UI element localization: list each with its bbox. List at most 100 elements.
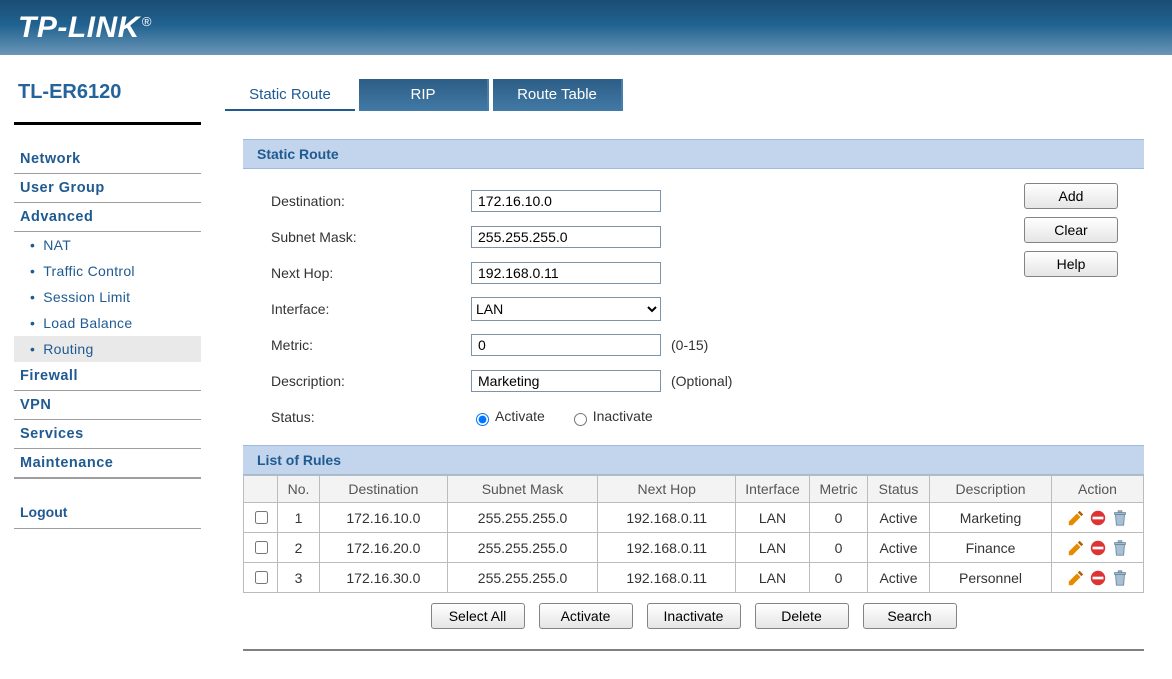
col-interface: Interface	[736, 476, 810, 503]
add-button[interactable]: Add	[1024, 183, 1118, 209]
cell-subnet: 255.255.255.0	[447, 503, 598, 533]
sidebar-item-network[interactable]: Network	[14, 145, 201, 174]
status-inactivate-radio[interactable]	[574, 413, 587, 426]
bottom-divider	[243, 649, 1144, 651]
disable-icon[interactable]	[1089, 509, 1107, 527]
disable-icon[interactable]	[1089, 539, 1107, 557]
main-content: Static Route RIP Route Table Static Rout…	[215, 55, 1172, 679]
disable-icon[interactable]	[1089, 569, 1107, 587]
delete-icon[interactable]	[1111, 509, 1129, 527]
table-row: 1172.16.10.0255.255.255.0192.168.0.11LAN…	[244, 503, 1144, 533]
model-divider	[14, 122, 201, 125]
status-activate-option[interactable]: Activate	[471, 408, 545, 424]
sidebar-item-maintenance[interactable]: Maintenance	[14, 449, 201, 478]
delete-icon[interactable]	[1111, 539, 1129, 557]
tab-bar: Static Route RIP Route Table	[225, 79, 1162, 111]
sidebar-item-session-limit[interactable]: Session Limit	[14, 284, 201, 310]
sidebar-item-traffic-control[interactable]: Traffic Control	[14, 258, 201, 284]
sidebar-item-vpn[interactable]: VPN	[14, 391, 201, 420]
description-input[interactable]	[471, 370, 661, 392]
sidebar: TL-ER6120 Network User Group Advanced NA…	[0, 55, 215, 679]
select-all-button[interactable]: Select All	[431, 603, 525, 629]
col-action: Action	[1052, 476, 1144, 503]
sidebar-item-firewall[interactable]: Firewall	[14, 362, 201, 391]
status-inactivate-option[interactable]: Inactivate	[569, 408, 653, 424]
tab-static-route[interactable]: Static Route	[225, 79, 355, 111]
col-nexthop: Next Hop	[598, 476, 736, 503]
delete-icon[interactable]	[1111, 569, 1129, 587]
edit-icon[interactable]	[1067, 509, 1085, 527]
cell-description: Finance	[930, 533, 1052, 563]
cell-destination: 172.16.10.0	[320, 503, 448, 533]
sidebar-item-services[interactable]: Services	[14, 420, 201, 449]
status-activate-radio[interactable]	[476, 413, 489, 426]
panel-static-route: Static Route Destination: Subnet Mask: N…	[225, 111, 1162, 659]
col-description: Description	[930, 476, 1052, 503]
description-label: Description:	[271, 373, 471, 389]
nexthop-label: Next Hop:	[271, 265, 471, 281]
cell-no: 1	[278, 503, 320, 533]
sidebar-item-nat[interactable]: NAT	[14, 232, 201, 258]
sidebar-item-advanced[interactable]: Advanced	[14, 203, 201, 232]
activate-button[interactable]: Activate	[539, 603, 633, 629]
nexthop-input[interactable]	[471, 262, 661, 284]
destination-input[interactable]	[471, 190, 661, 212]
destination-label: Destination:	[271, 193, 471, 209]
row-checkbox[interactable]	[255, 571, 268, 584]
brand-text: TP-LINK	[18, 11, 140, 44]
col-no: No.	[278, 476, 320, 503]
status-label: Status:	[271, 409, 471, 425]
col-checkbox	[244, 476, 278, 503]
row-checkbox[interactable]	[255, 511, 268, 524]
cell-description: Marketing	[930, 503, 1052, 533]
cell-nexthop: 192.168.0.11	[598, 533, 736, 563]
interface-label: Interface:	[271, 301, 471, 317]
cell-interface: LAN	[736, 533, 810, 563]
cell-status: Active	[868, 503, 930, 533]
edit-icon[interactable]	[1067, 539, 1085, 557]
subnet-input[interactable]	[471, 226, 661, 248]
subnet-label: Subnet Mask:	[271, 229, 471, 245]
col-subnet: Subnet Mask	[447, 476, 598, 503]
cell-metric: 0	[810, 563, 868, 593]
registered-icon: ®	[142, 14, 152, 29]
cell-subnet: 255.255.255.0	[447, 563, 598, 593]
cell-status: Active	[868, 563, 930, 593]
help-button[interactable]: Help	[1024, 251, 1118, 277]
metric-hint: (0-15)	[671, 337, 708, 353]
model-number: TL-ER6120	[0, 77, 215, 122]
col-metric: Metric	[810, 476, 868, 503]
cell-metric: 0	[810, 533, 868, 563]
cell-nexthop: 192.168.0.11	[598, 503, 736, 533]
sidebar-menu: Network User Group Advanced NAT Traffic …	[0, 145, 215, 529]
col-status: Status	[868, 476, 930, 503]
metric-input[interactable]	[471, 334, 661, 356]
edit-icon[interactable]	[1067, 569, 1085, 587]
metric-label: Metric:	[271, 337, 471, 353]
interface-select[interactable]: LAN	[471, 297, 661, 321]
row-checkbox[interactable]	[255, 541, 268, 554]
rules-header: List of Rules	[243, 445, 1144, 475]
static-route-header: Static Route	[243, 139, 1144, 169]
description-hint: (Optional)	[671, 373, 732, 389]
sidebar-item-load-balance[interactable]: Load Balance	[14, 310, 201, 336]
sidebar-item-logout[interactable]: Logout	[14, 496, 201, 529]
tab-rip[interactable]: RIP	[359, 79, 489, 111]
cell-no: 2	[278, 533, 320, 563]
cell-description: Personnel	[930, 563, 1052, 593]
tab-route-table[interactable]: Route Table	[493, 79, 623, 111]
search-button[interactable]: Search	[863, 603, 957, 629]
delete-button[interactable]: Delete	[755, 603, 849, 629]
clear-button[interactable]: Clear	[1024, 217, 1118, 243]
sidebar-item-routing[interactable]: Routing	[14, 336, 201, 362]
topbar: TP-LINK®	[0, 0, 1172, 55]
rules-table: No. Destination Subnet Mask Next Hop Int…	[243, 475, 1144, 593]
col-destination: Destination	[320, 476, 448, 503]
table-row: 2172.16.20.0255.255.255.0192.168.0.11LAN…	[244, 533, 1144, 563]
cell-destination: 172.16.30.0	[320, 563, 448, 593]
cell-destination: 172.16.20.0	[320, 533, 448, 563]
inactivate-button[interactable]: Inactivate	[647, 603, 741, 629]
cell-subnet: 255.255.255.0	[447, 533, 598, 563]
cell-metric: 0	[810, 503, 868, 533]
sidebar-item-user-group[interactable]: User Group	[14, 174, 201, 203]
